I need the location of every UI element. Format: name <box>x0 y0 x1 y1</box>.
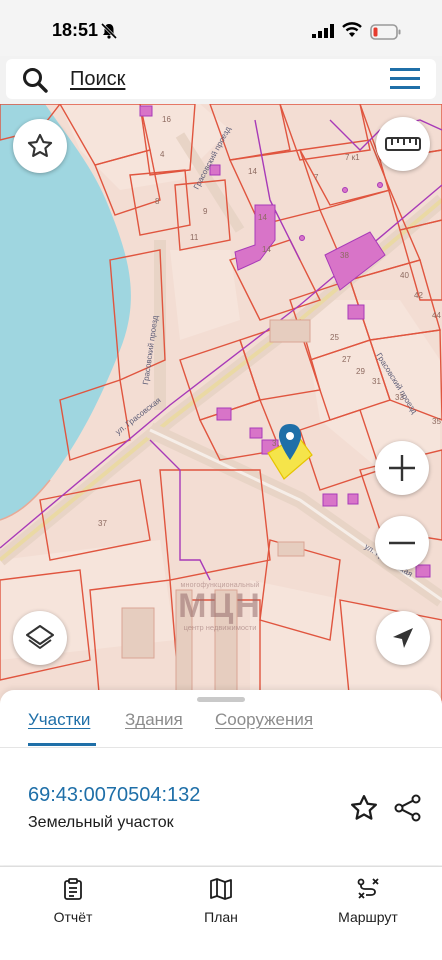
parcel-number: 35 <box>432 417 441 426</box>
ruler-icon <box>385 137 421 151</box>
object-type: Земельный участок <box>28 814 174 831</box>
parcel-number: 42 <box>414 291 423 300</box>
signal-icon <box>312 24 334 38</box>
status-bar: 18:51 <box>0 0 442 56</box>
map-book-icon <box>210 878 232 900</box>
parcel-number: 25 <box>330 333 339 342</box>
add-favorite-star-icon[interactable] <box>349 793 379 823</box>
my-location-button[interactable] <box>376 611 430 665</box>
parcel-number: 3 <box>272 439 277 448</box>
parcel-number: 14 <box>258 213 267 222</box>
search-input[interactable]: Поиск <box>70 68 125 91</box>
zoom-out-button[interactable] <box>375 516 429 570</box>
parcel-number: 31 <box>372 377 381 386</box>
parcel-number: 38 <box>340 251 349 260</box>
plus-icon <box>389 455 415 481</box>
parcel-number: 8 <box>155 197 160 206</box>
battery-low-icon <box>370 24 401 40</box>
favorites-button[interactable] <box>13 119 67 173</box>
parcel-number: 4 <box>160 150 165 159</box>
parcel-number: 9 <box>203 207 208 216</box>
nav-route-label: Маршрут <box>338 909 398 925</box>
parcel-number: 44 <box>432 311 441 320</box>
parcel-number: 11 <box>190 233 199 242</box>
tab-buildings[interactable]: Здания <box>125 710 183 730</box>
bell-muted-icon <box>100 22 118 40</box>
wifi-icon <box>342 22 362 37</box>
parcel-number: 7 к1 <box>345 153 360 162</box>
nav-report[interactable]: Отчёт <box>18 877 128 925</box>
watermark-logo: МЦН <box>178 587 262 625</box>
search-icon[interactable] <box>22 67 48 93</box>
watermark-bottom: центр недвижимости <box>183 623 257 632</box>
divider <box>0 747 442 748</box>
hamburger-menu-icon[interactable] <box>390 68 420 90</box>
report-icon <box>64 878 82 900</box>
cadastral-number[interactable]: 69:43:0070504:132 <box>28 784 200 807</box>
parcel-number: 16 <box>162 115 171 124</box>
parcel-number: 40 <box>400 271 409 280</box>
tab-parcels[interactable]: Участки <box>28 710 90 730</box>
nav-report-label: Отчёт <box>53 909 93 925</box>
parcel-number: 29 <box>356 367 365 376</box>
navigation-arrow-icon <box>393 628 413 648</box>
parcel-number: 14 <box>262 245 271 254</box>
nav-plan[interactable]: План <box>166 877 276 925</box>
nav-plan-label: План <box>204 909 238 925</box>
parcel-number: 7 <box>314 173 319 182</box>
route-icon <box>357 878 379 899</box>
share-icon[interactable] <box>393 793 423 823</box>
bottom-navigation: Отчёт План Маршрут <box>0 866 442 960</box>
zoom-in-button[interactable] <box>375 441 429 495</box>
parcel-number: 27 <box>342 355 351 364</box>
drag-handle[interactable] <box>197 697 245 702</box>
active-tab-indicator <box>28 743 96 746</box>
nav-route[interactable]: Маршрут <box>313 877 423 925</box>
minus-icon <box>389 541 415 545</box>
search-bar[interactable]: Поиск <box>6 59 436 99</box>
measure-button[interactable] <box>376 117 430 171</box>
parcel-number: 14 <box>248 167 257 176</box>
object-info-sheet[interactable]: Участки Здания Сооружения 69:43:0070504:… <box>0 690 442 865</box>
tab-structures[interactable]: Сооружения <box>215 710 313 730</box>
layers-icon <box>26 625 54 649</box>
layers-button[interactable] <box>13 611 67 665</box>
status-time: 18:51 <box>52 20 99 40</box>
map-watermark: многофункциональный МЦН центр недвижимос… <box>174 582 266 632</box>
parcel-number: 37 <box>98 519 107 528</box>
map-view[interactable]: 16 4 8 9 11 14 14 14 7 7 к1 38 40 42 44 … <box>0 104 442 704</box>
star-icon <box>27 133 53 157</box>
